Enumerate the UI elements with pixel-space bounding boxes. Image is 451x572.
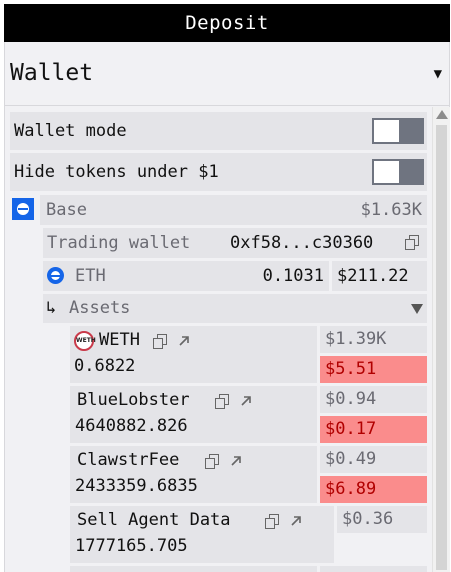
token-row[interactable]: Sell Agent Data 1777165.705 — [70, 506, 334, 563]
assets-label: Assets — [69, 298, 131, 318]
hide-small-tokens-row: Hide tokens under $1 — [10, 153, 427, 191]
wallet-mode-row: Wallet mode — [10, 112, 427, 150]
deposit-panel: Wallet ▼ Wallet mode Hide tokens under $… — [4, 42, 450, 572]
token-row[interactable]: BlueLobster 4640882.826 — [70, 386, 317, 443]
token-value: $0.36 — [342, 509, 394, 529]
trading-wallet-label: Trading wallet — [47, 233, 191, 253]
wallet-label: Wallet — [10, 60, 94, 86]
token-row[interactable]: WETH WETH 0.6822 — [70, 326, 317, 383]
token-pnl-cell: $6.89 — [320, 476, 427, 503]
caret-down-icon[interactable] — [411, 304, 423, 314]
token-amount: 0.6822 — [74, 356, 136, 376]
assets-header[interactable]: ↳ Assets — [43, 294, 427, 323]
token-value-cell: $0.49 — [320, 446, 427, 473]
token-value-cell: $1.39K — [320, 326, 427, 353]
toggle-knob — [374, 120, 399, 142]
token-value-cell: $0.36 — [337, 506, 427, 533]
trading-wallet-address: 0xf58...c30360 — [230, 233, 374, 253]
token-pnl: $5.51 — [325, 359, 377, 379]
external-link-icon[interactable] — [239, 394, 253, 408]
copy-icon[interactable] — [405, 235, 419, 250]
token-name: BlueLobster — [77, 390, 190, 410]
token-value: $1.39K — [325, 329, 387, 349]
token-name: WETH — [99, 330, 140, 350]
token-value: $0.94 — [325, 389, 377, 409]
token-pnl: $0.17 — [325, 419, 377, 439]
caret-down-icon[interactable]: ▼ — [434, 66, 442, 82]
copy-icon[interactable] — [205, 454, 219, 469]
copy-icon[interactable] — [265, 514, 279, 529]
token-amount: 2433359.6835 — [75, 476, 198, 496]
copy-icon[interactable] — [153, 334, 167, 349]
native-token-row: ETH 0.1031 — [43, 261, 329, 291]
token-pnl-cell: $0.17 — [320, 416, 427, 443]
token-name: ClawstrFee — [77, 450, 180, 470]
token-pnl: $6.89 — [325, 479, 377, 499]
token-row[interactable] — [70, 566, 317, 572]
chain-total: $1.63K — [360, 200, 422, 220]
scroll-thumb[interactable] — [436, 125, 447, 570]
wallet-selector[interactable]: Wallet ▼ — [5, 42, 450, 106]
external-link-icon[interactable] — [289, 514, 303, 528]
external-link-icon[interactable] — [229, 454, 243, 468]
token-value-cell — [320, 566, 427, 572]
token-pnl-cell: $5.51 — [320, 356, 427, 383]
token-name: Sell Agent Data — [77, 510, 231, 530]
token-value: $0.49 — [325, 449, 377, 469]
eth-icon — [47, 267, 64, 284]
trading-wallet-row: Trading wallet 0xf58...c30360 — [43, 228, 427, 258]
token-amount: 1777165.705 — [75, 536, 188, 556]
token-amount: 4640882.826 — [75, 416, 188, 436]
weth-icon: WETH — [74, 331, 96, 351]
wallet-mode-label: Wallet mode — [14, 121, 127, 141]
hide-small-tokens-toggle[interactable] — [372, 159, 424, 185]
base-chain-icon — [12, 198, 34, 220]
token-value-cell: $0.94 — [320, 386, 427, 413]
subitem-arrow-icon: ↳ — [46, 298, 57, 318]
native-token-value: $211.22 — [337, 266, 409, 286]
native-token-symbol: ETH — [75, 266, 106, 286]
native-token-amount: 0.1031 — [262, 266, 324, 286]
toggle-knob — [374, 161, 399, 183]
copy-icon[interactable] — [215, 394, 229, 409]
native-token-value-cell: $211.22 — [332, 261, 427, 291]
hide-small-tokens-label: Hide tokens under $1 — [14, 162, 219, 182]
chain-name: Base — [46, 200, 87, 220]
external-link-icon[interactable] — [177, 334, 191, 348]
scrollbar[interactable] — [432, 107, 450, 572]
wallet-content[interactable]: Wallet mode Hide tokens under $1 Base $1… — [5, 107, 450, 572]
token-row[interactable]: ClawstrFee 2433359.6835 — [70, 446, 317, 503]
wallet-mode-toggle[interactable] — [372, 118, 424, 144]
window-title: Deposit — [4, 4, 450, 42]
chain-row-base[interactable]: Base $1.63K — [40, 195, 427, 225]
scroll-up-icon[interactable] — [436, 110, 448, 119]
